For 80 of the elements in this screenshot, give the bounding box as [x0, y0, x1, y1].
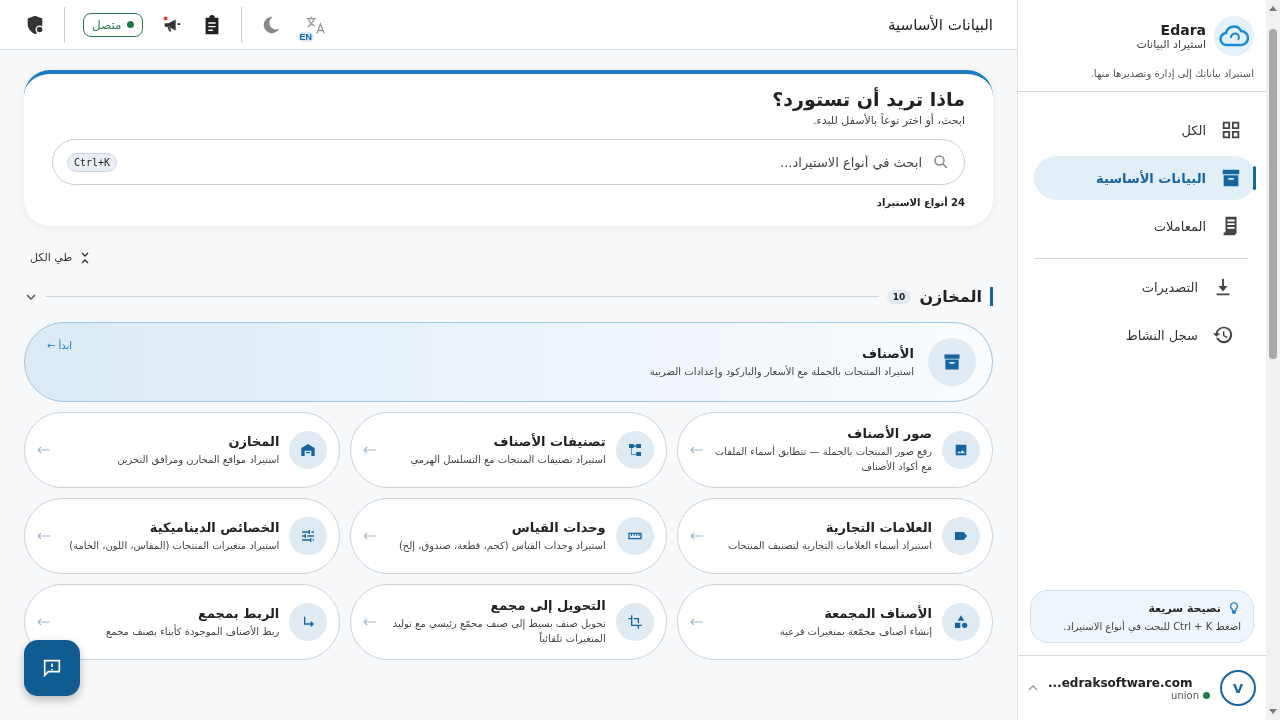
arrow-icon [37, 618, 51, 626]
sidebar-item[interactable]: المعاملات [1034, 204, 1256, 248]
arrow-icon [689, 446, 704, 454]
card-description: ربط الأصناف الموجودة كأبناء بصنف مجمع [105, 623, 280, 639]
lightbulb-icon [1227, 601, 1241, 615]
card-title: الربط بمجمع [197, 605, 280, 621]
tip-text: اضغط Ctrl + K للبحث في أنواع الاستيراد. [1062, 621, 1241, 632]
card-description: استيراد المنتجات بالجملة مع الأسعار والباركود وإعدادات الضريبة [648, 364, 914, 379]
shapes-icon [953, 614, 969, 630]
sidebar-item[interactable]: سجل النشاط [1034, 313, 1248, 357]
tip-title: نصيحة سريعة [1148, 601, 1221, 615]
card-title: وحدات القياس [510, 519, 606, 535]
arrow-icon [363, 446, 378, 454]
image-icon [953, 442, 969, 458]
card-description: استيراد متغيرات المنتجات (المقاس، اللون، الخامة) [68, 538, 280, 553]
hero-title: ماذا تريد أن تستورد؟ [771, 88, 965, 110]
archive-box-icon [942, 352, 962, 372]
card-title: الأصناف المجمعة [823, 605, 932, 621]
card-description: استيراد وحدات القياس (كجم، قطعة، صندوق، إلخ) [397, 538, 606, 553]
sidebar-item[interactable]: التصديرات [1034, 265, 1248, 309]
card-description: تحويل صنف بسيط إلى صنف مجمّع رئيسي مع توليد المتغيرات تلقائياً [391, 617, 606, 646]
card-title: التحويل إلى مجمع [489, 598, 606, 613]
card-title: الأصناف [861, 345, 914, 361]
arrow-icon [689, 618, 704, 626]
card-description: استيراد تصنيفات المنتجات مع التسلسل الهرمي [409, 452, 606, 467]
card-title: المخازن [227, 433, 280, 449]
app-description: استيراد بياناتك إلى إدارة وتصديرها منها. [1089, 68, 1254, 79]
hierarchy-icon [626, 442, 643, 458]
start-link[interactable]: ابدأ ← [41, 339, 79, 352]
archive-box-icon [1220, 167, 1242, 189]
sidebar-item[interactable]: الكل [1034, 108, 1256, 152]
card-title: الخصائص الديناميكية [148, 519, 280, 535]
app-subtitle: استيراد البيانات [1136, 37, 1206, 51]
arrow-icon [37, 532, 51, 540]
grid-icon [1220, 119, 1242, 141]
search-icon [932, 153, 950, 171]
card-description: استيراد أسماء العلامات التجارية لتصنيف المنتجات [727, 538, 932, 553]
import-card[interactable]: صور الأصناف رفع صور المنتجات بالجملة — تتطابق أسماء الملفات مع أكواد الأصناف [676, 412, 993, 488]
section-title: المخازن [919, 287, 993, 306]
import-card[interactable]: الربط بمجمع ربط الأصناف الموجودة كأبناء بصنف مجمع [24, 584, 341, 660]
history-icon [1212, 324, 1234, 346]
page-title: البيانات الأساسية [888, 15, 993, 34]
sliders-icon [300, 528, 317, 544]
import-type-count: 24 أنواع الاستيراد [875, 197, 965, 208]
feedback-button[interactable] [24, 640, 80, 696]
arrow-icon [37, 446, 51, 454]
import-card[interactable]: العلامات التجارية استيراد أسماء العلامات التجارية لتصنيف المنتجات [676, 498, 993, 574]
card-description: رفع صور المنتجات بالجملة — تتطابق أسماء الملفات مع أكواد الأصناف [713, 444, 932, 474]
card-description: استيراد مواقع المخازن ومرافق التخزين [116, 452, 280, 467]
import-card[interactable]: وحدات القياس استيراد وحدات القياس (كجم، قطعة، صندوق، إلخ) [350, 498, 667, 574]
arrow-icon [363, 618, 378, 626]
card-title: صور الأصناف [846, 426, 932, 441]
featured-import-card[interactable]: الأصناف استيراد المنتجات بالجملة مع الأسعار والباركود وإعدادات الضريبة ابدأ ← [24, 322, 993, 402]
collapse-icon [80, 251, 91, 264]
import-card[interactable]: الخصائص الديناميكية استيراد متغيرات المنتجات (المقاس، اللون، الخامة) [24, 498, 341, 574]
import-card[interactable]: تصنيفات الأصناف استيراد تصنيفات المنتجات مع التسلسل الهرمي [350, 412, 667, 488]
card-title: تصنيفات الأصناف [492, 433, 606, 449]
arrow-icon [689, 532, 704, 540]
collapse-all-button[interactable]: طي الكل [24, 250, 97, 265]
import-card[interactable]: المخازن استيراد مواقع المخازن ومرافق التخزين [24, 412, 341, 488]
organization-name: union [1171, 689, 1199, 701]
user-email: ...edraksoftware.com [1048, 675, 1194, 690]
connection-status[interactable]: متصل [83, 12, 143, 37]
user-avatar[interactable]: V [1220, 670, 1256, 706]
warehouse-icon [300, 442, 317, 458]
import-card[interactable]: التحويل إلى مجمع تحويل صنف بسيط إلى صنف مجمّع رئيسي مع توليد المتغيرات تلقائياً [350, 584, 667, 660]
card-description: إنشاء أصناف مجمّعة بمتغيرات فرعية [778, 624, 932, 639]
cloud-logo-icon [1214, 16, 1254, 56]
app-name: Edara [1159, 21, 1206, 38]
arrow-icon [363, 532, 378, 540]
import-card[interactable]: الأصناف المجمعة إنشاء أصناف مجمّعة بمتغيرات فرعية [676, 584, 993, 660]
count-badge: 10 [886, 289, 912, 304]
hero-subtitle: ابحث، أو اختر نوعاً بالأسفل للبدء. [812, 114, 965, 127]
scrollbar[interactable] [1266, 0, 1280, 720]
crop-icon [626, 614, 643, 630]
sidebar-item[interactable]: البيانات الأساسية [1034, 156, 1256, 200]
shortcut-hint: Ctrl+K [67, 152, 118, 172]
feedback-icon [41, 657, 63, 679]
caret-icon[interactable] [1028, 685, 1038, 691]
card-title: العلامات التجارية [824, 519, 932, 535]
